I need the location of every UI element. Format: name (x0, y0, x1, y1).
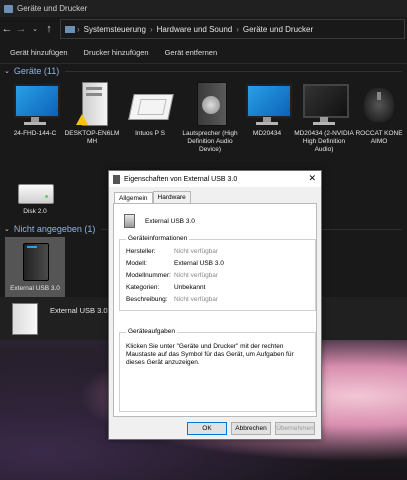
tab-panel-general: External USB 3.0 Geräteinformationen Her… (113, 203, 317, 417)
device-label: External USB 3.0 (10, 285, 60, 292)
add-printer-button[interactable]: Drucker hinzufügen (84, 48, 149, 57)
breadcrumb-systemsteuerung[interactable]: Systemsteuerung (84, 25, 146, 34)
info-row-manufacturer: Hersteller: Nicht verfügbar (126, 248, 219, 255)
group-header-devices[interactable]: ⌄ Geräte (11) (4, 66, 402, 76)
usb-drive-icon (113, 174, 120, 184)
chevron-right-icon: › (149, 24, 153, 34)
window-titlebar: Geräte und Drucker (0, 0, 407, 17)
usb-drive-icon (15, 241, 55, 281)
info-row-model-number: Modellnummer: Nicht verfügbar (126, 272, 219, 279)
back-arrow-icon[interactable]: ← (0, 23, 14, 35)
group-divider (65, 70, 402, 72)
group-legend: Geräteinformationen (126, 235, 190, 242)
device-info-group: Geräteinformationen Hersteller: Nicht ver… (119, 235, 316, 311)
device-label: ROCCAT KONE AIMO (355, 130, 403, 145)
usb-drive-icon (12, 303, 38, 335)
properties-dialog: Eigenschaften von External USB 3.0 ✕ All… (108, 170, 322, 440)
chevron-right-icon: › (77, 24, 80, 34)
info-row-categories: Kategorien: Unbekannt (126, 284, 206, 291)
device-name: External USB 3.0 (145, 217, 195, 225)
device-24-fhd-144-c[interactable]: 24-FHD-144-C (5, 82, 65, 138)
apply-button[interactable]: Übernehmen (275, 422, 315, 435)
monitor-icon (301, 82, 349, 126)
dialog-titlebar: Eigenschaften von External USB 3.0 ✕ (109, 171, 321, 187)
details-device-name: External USB 3.0 (50, 306, 108, 315)
device-label: MD20434 (2-NVIDIA High Definition Audio) (294, 130, 354, 153)
chevron-down-icon: ⌄ (4, 68, 10, 75)
window-title: Geräte und Drucker (17, 4, 88, 13)
up-arrow-icon[interactable]: ↑ (42, 23, 56, 35)
info-row-description: Beschreibung: Nicht verfügbar (126, 296, 219, 303)
device-desktop-en6lmmh[interactable]: DESKTOP-EN6LM MH (62, 82, 122, 146)
mouse-icon (356, 82, 402, 126)
dialog-tabs: Allgemein Hardware (114, 191, 321, 204)
dialog-title: Eigenschaften von External USB 3.0 (124, 175, 238, 183)
device-roccat-kone-aimo[interactable]: ROCCAT KONE AIMO (349, 82, 407, 146)
address-row: ← → ⌄ ↑ › Systemsteuerung › Hardware und… (0, 17, 407, 41)
device-label: MD20434 (252, 130, 282, 137)
usb-drive-icon (124, 214, 135, 228)
dialog-buttons: OK Abbrechen Übernehmen (183, 422, 315, 435)
warning-icon (76, 114, 88, 125)
device-md20434[interactable]: MD20434 (237, 82, 297, 138)
device-label: Intuos P S (135, 130, 165, 137)
device-label: Disk 2.0 (23, 208, 47, 215)
add-device-button[interactable]: Gerät hinzufügen (10, 48, 68, 57)
device-md20434-nvidia[interactable]: MD20434 (2-NVIDIA High Definition Audio) (294, 82, 354, 154)
pc-tower-icon (72, 82, 112, 126)
info-row-model: Modell: External USB 3.0 (126, 260, 224, 267)
tablet-icon (127, 82, 174, 126)
speaker-icon (190, 82, 230, 126)
device-label: Lautsprecher (High Definition Audio Devi… (182, 130, 238, 153)
command-bar: Gerät hinzufügen Drucker hinzufügen Gerä… (0, 41, 407, 64)
control-panel-icon (65, 25, 75, 33)
tab-hardware[interactable]: Hardware (152, 191, 191, 203)
group-legend: Geräteaufgaben (126, 328, 177, 335)
ok-button[interactable]: OK (187, 422, 227, 435)
chevron-right-icon: › (236, 24, 239, 34)
monitor-icon (244, 82, 292, 126)
device-disk-2-0[interactable]: Disk 2.0 (5, 180, 65, 216)
chevron-down-icon: ⌄ (4, 226, 10, 233)
tasks-description: Klicken Sie unter "Geräte und Drucker" m… (126, 343, 294, 366)
close-icon[interactable]: ✕ (308, 173, 316, 184)
devices-printers-icon (4, 4, 13, 13)
forward-arrow-icon[interactable]: → (14, 23, 28, 35)
device-tasks-group: Geräteaufgaben Klicken Sie unter "Geräte… (119, 328, 316, 412)
device-label: 24-FHD-144-C (13, 130, 57, 137)
remove-device-button[interactable]: Gerät entfernen (165, 48, 218, 57)
device-lautsprecher[interactable]: Lautsprecher (High Definition Audio Devi… (180, 82, 240, 154)
breadcrumb-hardware-und-sound[interactable]: Hardware und Sound (157, 25, 233, 34)
monitor-icon (12, 82, 60, 126)
address-bar[interactable]: › Systemsteuerung › Hardware und Sound ›… (60, 19, 405, 39)
device-header: External USB 3.0 (124, 214, 195, 228)
cancel-button[interactable]: Abbrechen (231, 422, 271, 435)
drive-icon (12, 180, 58, 204)
breadcrumb-geraete-und-drucker[interactable]: Geräte und Drucker (243, 25, 313, 34)
device-intuos-p-s[interactable]: Intuos P S (120, 82, 180, 138)
device-label: DESKTOP-EN6LM MH (64, 130, 120, 145)
device-external-usb-3-0[interactable]: External USB 3.0 (5, 237, 65, 297)
recent-dropdown-icon[interactable]: ⌄ (28, 25, 42, 33)
